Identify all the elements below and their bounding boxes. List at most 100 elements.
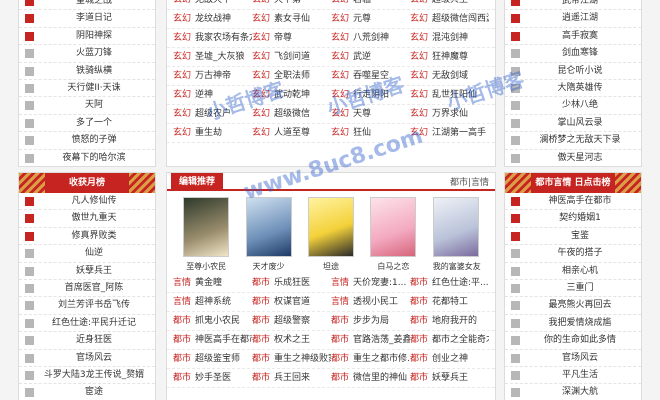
book-category[interactable]: 都市 — [252, 354, 270, 364]
book-link[interactable]: 都市 神医高手在都市 — [173, 331, 252, 349]
book-category[interactable]: 玄幻 — [173, 33, 191, 43]
book-category[interactable]: 都市 — [410, 354, 428, 364]
rank-item[interactable]: 澜桥梦之无敌天下录 — [505, 132, 641, 150]
book-title[interactable]: 君临 — [353, 0, 371, 5]
rank-item[interactable]: 火蓝刀锋 — [19, 45, 155, 63]
book-link[interactable]: 都市 重生之都市修... — [331, 350, 410, 368]
rank-item-title[interactable]: 夜幕下的哈尔滨 — [19, 150, 155, 166]
rank-item[interactable]: 修真界败类 — [19, 228, 155, 246]
book-category[interactable]: 都市 — [331, 354, 349, 364]
book-category[interactable]: 玄幻 — [331, 0, 349, 5]
book-category[interactable]: 玄幻 — [173, 109, 191, 119]
book-title[interactable]: 万界求仙 — [432, 109, 468, 119]
book-link[interactable]: 玄幻 乱世狂阳仙 — [410, 86, 489, 104]
rank-item[interactable]: 阴阳神探 — [19, 28, 155, 46]
book-category[interactable]: 玄幻 — [331, 109, 349, 119]
rank-item[interactable]: 我把爱情烧成尴 — [505, 315, 641, 333]
book-title[interactable]: 重生之神级败家 — [274, 354, 331, 364]
book-link[interactable]: 言情 黄金瞳 — [173, 274, 252, 292]
book-category[interactable]: 都市 — [252, 373, 270, 383]
book-title[interactable]: 全职法师 — [274, 71, 310, 81]
rank-item[interactable]: 神医高手在都市 — [505, 193, 641, 211]
book-category[interactable]: 玄幻 — [252, 128, 270, 138]
book-cover-title[interactable]: 坦途 — [308, 261, 354, 272]
book-link[interactable]: 玄幻 素女寻仙 — [252, 10, 331, 28]
book-category[interactable]: 都市 — [331, 373, 349, 383]
book-category[interactable]: 玄幻 — [252, 90, 270, 100]
rank-item[interactable]: 契约婚姻1 — [505, 210, 641, 228]
book-title[interactable]: 万古神帝 — [195, 71, 231, 81]
book-title[interactable]: 吞噬星空 — [353, 71, 389, 81]
book-cover-title[interactable]: 白马之恋 — [370, 261, 416, 272]
book-cover-title[interactable]: 我的富婆女友 — [433, 261, 481, 272]
book-category[interactable]: 玄幻 — [173, 14, 191, 24]
rank-item-title[interactable]: 契约婚姻1 — [505, 210, 641, 227]
rank-item-title[interactable]: 红色仕途:平民升迁记 — [19, 315, 155, 332]
book-cover-image[interactable] — [245, 197, 292, 257]
book-category[interactable]: 都市 — [173, 373, 191, 383]
book-cover-image[interactable] — [370, 197, 417, 257]
rank-item-title[interactable]: 仙逆 — [19, 245, 155, 262]
book-category[interactable]: 都市 — [410, 335, 428, 345]
book-title[interactable]: 妖孽兵王 — [432, 373, 468, 383]
rank-item-title[interactable]: 少林八绝 — [505, 97, 641, 114]
book-title[interactable]: 圣墟_大灰狼 — [195, 52, 245, 62]
book-link[interactable]: 言情 透视小民工 — [331, 293, 410, 311]
book-title[interactable]: 龙纹战神 — [195, 14, 231, 24]
book-title[interactable]: 都市之全能奇才 — [432, 335, 489, 345]
book-title[interactable]: 帝尊 — [274, 33, 292, 43]
rank-item-title[interactable]: 斗罗大陆3龙王传说_赘婿 — [19, 367, 155, 384]
book-link[interactable]: 玄幻 飞剑问道 — [252, 48, 331, 66]
book-title[interactable]: 权谋官道 — [274, 297, 310, 307]
book-category[interactable]: 玄幻 — [331, 33, 349, 43]
rank-item-title[interactable]: 大隋英雄传 — [505, 80, 641, 97]
book-link[interactable]: 玄幻 超级农户 — [173, 105, 252, 123]
rank-item-title[interactable]: 宝鉴 — [505, 228, 641, 245]
rank-item[interactable]: 高手寂寞 — [505, 28, 641, 46]
book-cover-image[interactable] — [307, 197, 354, 257]
rank-item[interactable]: 最亮熊火再回去 — [505, 297, 641, 315]
book-title[interactable]: 武动乾坤 — [274, 90, 310, 100]
rank-item-title[interactable]: 剑血寒锋 — [505, 45, 641, 62]
rank-item[interactable]: 铁骑纵横 — [19, 63, 155, 80]
book-title[interactable]: 神医高手在都市 — [195, 335, 252, 345]
book-link[interactable]: 玄幻 超级微信闯西游 — [410, 10, 489, 28]
book-category[interactable]: 玄幻 — [331, 14, 349, 24]
book-link[interactable]: 言情 天价宠妻:1... — [331, 274, 410, 292]
book-link[interactable]: 玄幻 江湖第一高手 — [410, 124, 489, 142]
book-category[interactable]: 都市 — [410, 316, 428, 326]
rank-item-title[interactable]: 三重门 — [505, 280, 641, 297]
rank-item-title[interactable]: 天行健II·天诛 — [19, 80, 155, 97]
book-category[interactable]: 玄幻 — [252, 0, 270, 5]
rank-item-title[interactable]: 你的生命如此多情 — [505, 332, 641, 349]
rank-item-title[interactable]: 傲天星河志 — [505, 150, 641, 166]
book-cover-card[interactable]: 至尊小农民 — [183, 197, 230, 272]
book-link[interactable]: 都市 妙手圣医 — [173, 369, 252, 387]
book-category[interactable]: 玄幻 — [410, 90, 428, 100]
book-link[interactable]: 玄幻 万古神帝 — [173, 67, 252, 85]
book-link[interactable]: 都市 步步为局 — [331, 312, 410, 330]
book-category[interactable]: 都市 — [173, 354, 191, 364]
rank-item[interactable]: 剑血寒锋 — [505, 45, 641, 63]
rank-item[interactable]: 三重门 — [505, 280, 641, 298]
rank-item[interactable]: 逍遥江湖 — [505, 10, 641, 28]
book-link[interactable]: 都市 兵王回来 — [252, 369, 331, 387]
book-link[interactable]: 都市 乐成狂医 — [252, 274, 331, 292]
rank-item[interactable]: 李道日记 — [19, 10, 155, 28]
rank-item[interactable]: 官场风云 — [19, 350, 155, 367]
book-link[interactable]: 玄幻 八荒剑神 — [331, 29, 410, 47]
book-link[interactable]: 都市 地府我开的 — [410, 312, 489, 330]
rank-item[interactable]: 傲世九重天 — [19, 210, 155, 228]
book-title[interactable]: 重生劫 — [195, 128, 222, 138]
book-title[interactable]: 重生之都市修... — [353, 354, 410, 364]
book-cover-title[interactable]: 天才废少 — [246, 261, 292, 272]
book-category[interactable]: 都市 — [410, 297, 428, 307]
book-cover-card[interactable]: 坦途 — [307, 197, 354, 272]
book-link[interactable]: 都市 创业之神 — [410, 350, 489, 368]
book-category[interactable]: 玄幻 — [410, 33, 428, 43]
rank-item[interactable]: 红色仕途:平民升迁记 — [19, 315, 155, 333]
book-link[interactable]: 都市 妖孽兵王 — [410, 369, 489, 387]
rank-item[interactable]: 掌山风云录 — [505, 115, 641, 133]
book-link[interactable]: 玄幻 武逆 — [331, 48, 410, 66]
book-title[interactable]: 妙手圣医 — [195, 373, 231, 383]
